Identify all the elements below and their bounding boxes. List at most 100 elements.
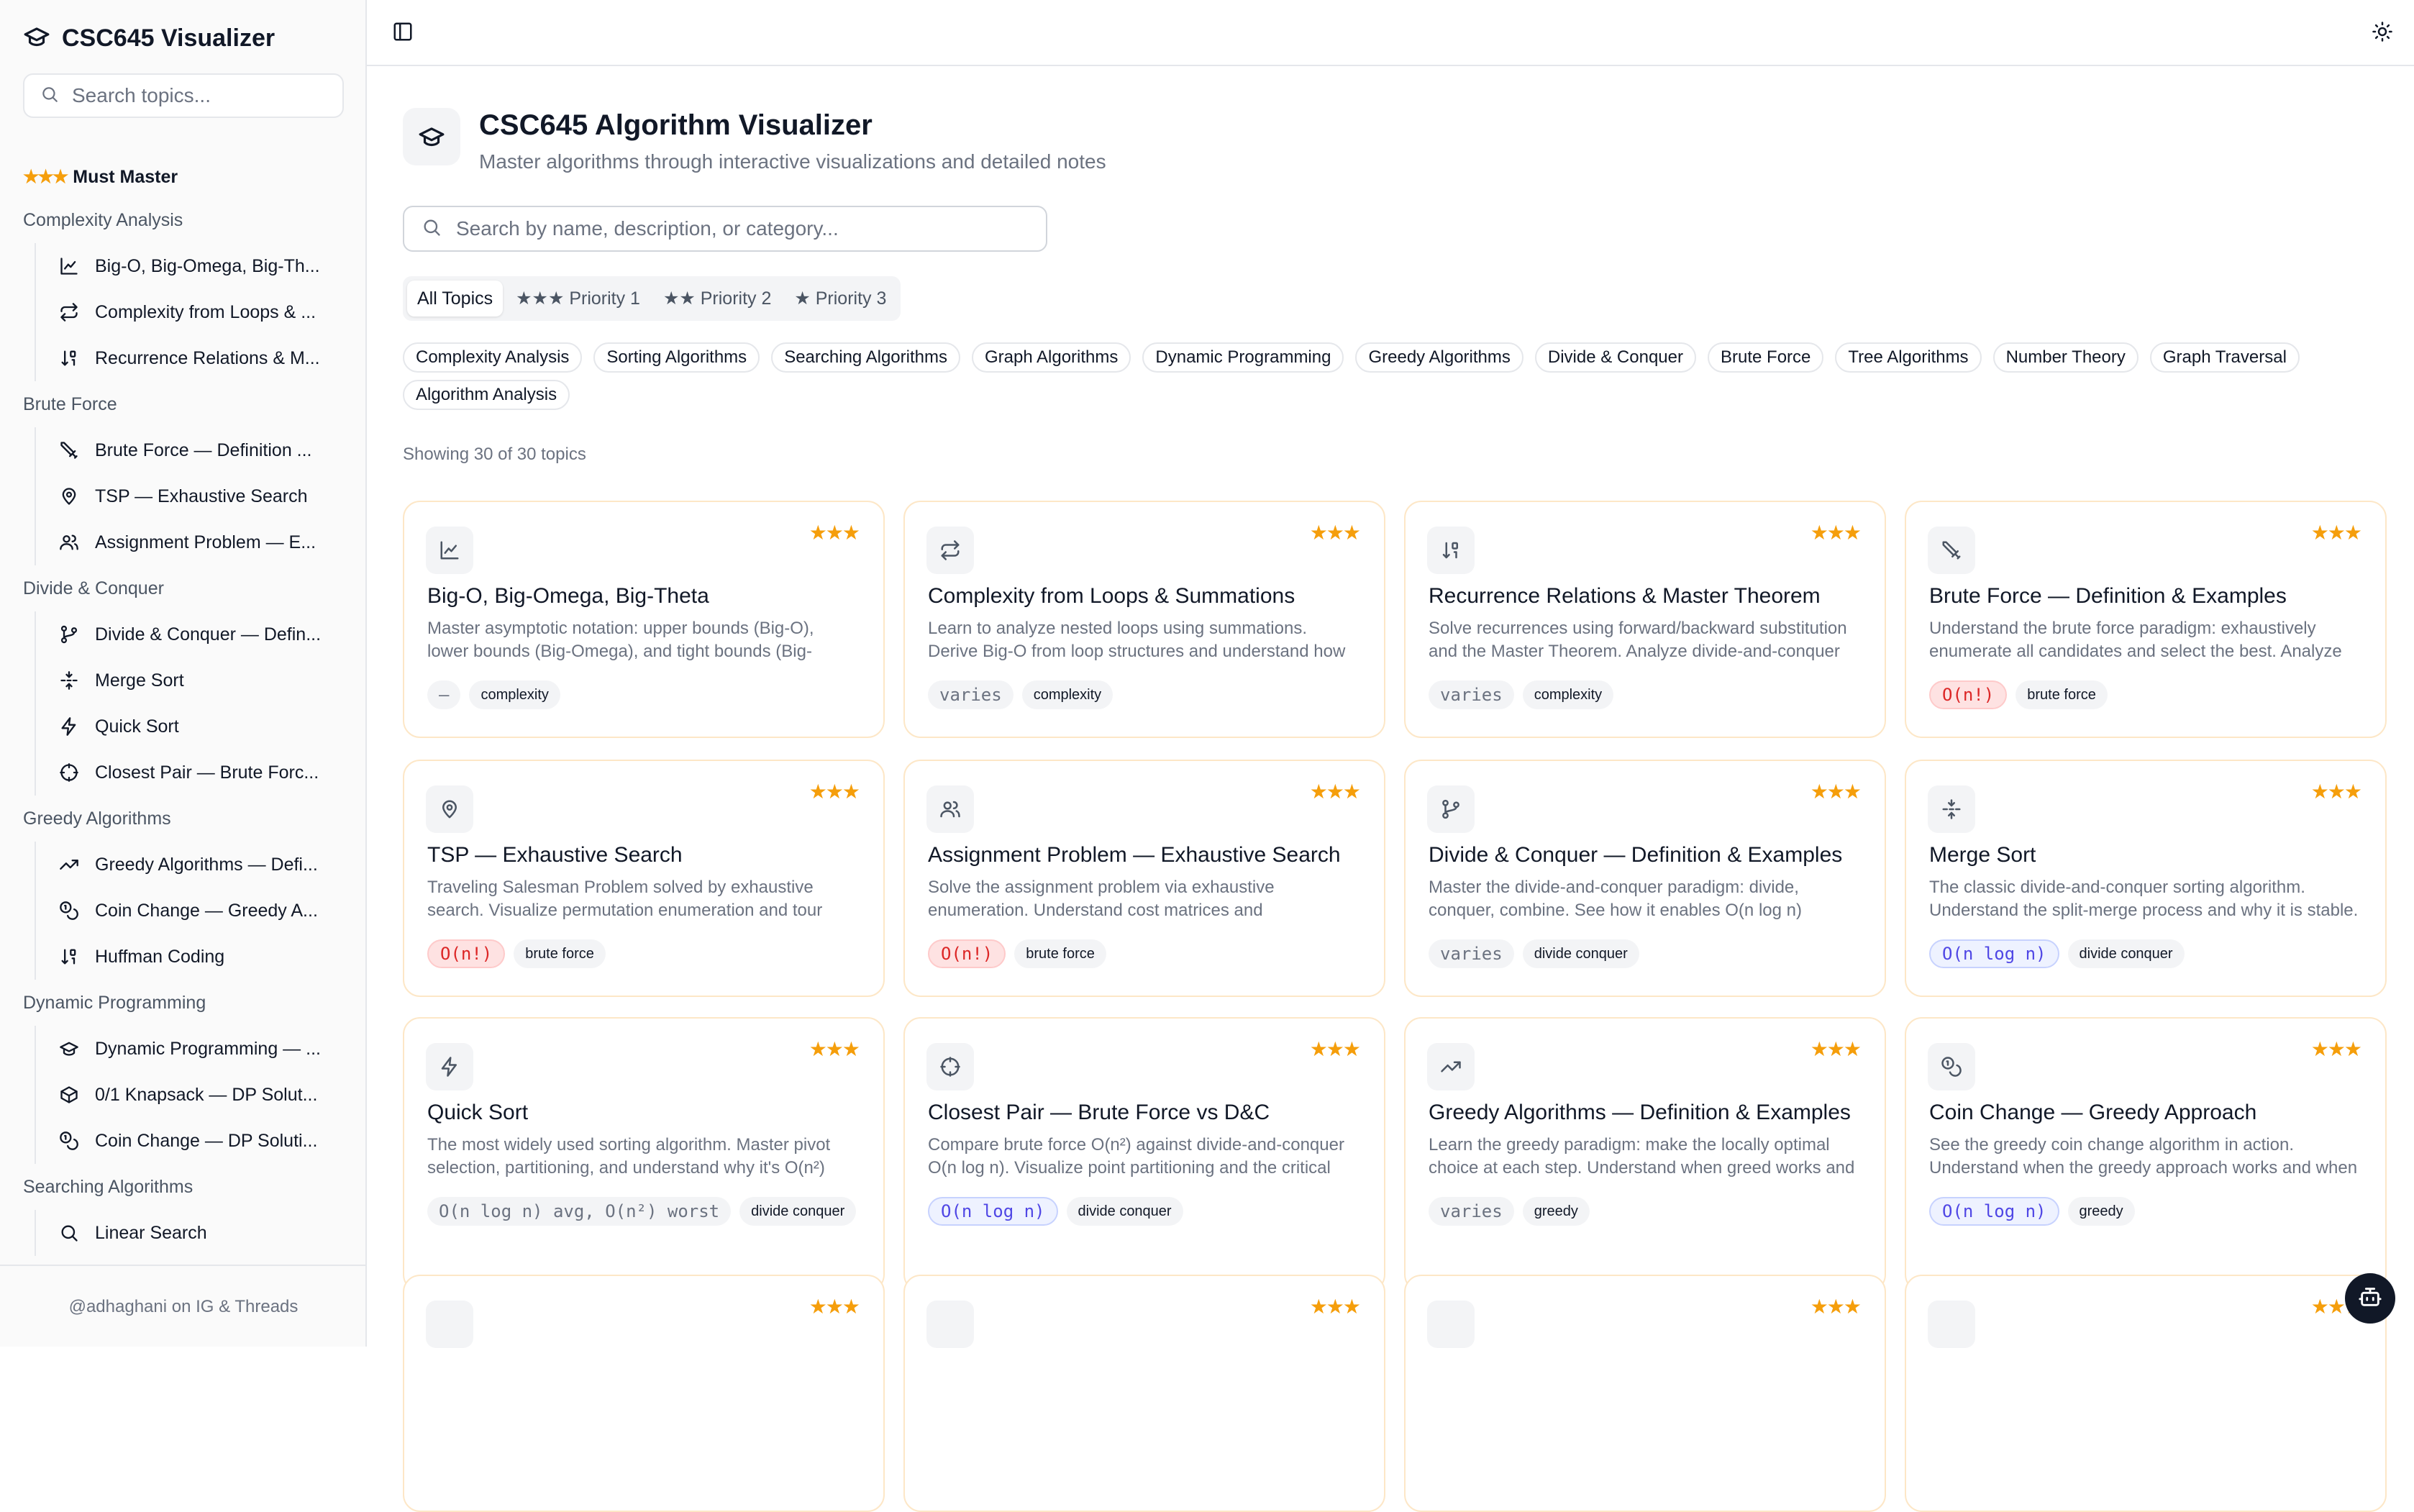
sidebar-item[interactable]: Brute Force — Definition ... xyxy=(36,427,367,473)
topic-icon xyxy=(426,1301,473,1348)
sidebar-group-items: Brute Force — Definition ... TSP — Exhaus… xyxy=(35,427,367,565)
category-tag: divide conquer xyxy=(1522,939,1639,968)
category-chip[interactable]: Tree Algorithms xyxy=(1835,342,1982,373)
sidebar-item[interactable]: Dynamic Programming — ... xyxy=(36,1026,367,1072)
category-chip[interactable]: Sorting Algorithms xyxy=(593,342,760,373)
topic-card[interactable]: ★★★ xyxy=(903,1275,1385,1512)
theme-toggle-button[interactable] xyxy=(2367,17,2398,49)
topic-card[interactable]: ★★★ xyxy=(1404,1275,1886,1512)
topic-card[interactable]: ★★★ Greedy Algorithms — Definition & Exam… xyxy=(1404,1017,1886,1292)
sidebar-item[interactable]: Recurrence Relations & M... xyxy=(36,335,367,381)
sidebar-item-label: Big-O, Big-Omega, Big-Th... xyxy=(95,255,320,276)
sidebar-group-label[interactable]: Dynamic Programming xyxy=(0,980,367,1026)
sidebar-search-input[interactable] xyxy=(70,83,332,108)
sidebar-toggle-button[interactable] xyxy=(388,19,417,47)
sun-icon xyxy=(2372,21,2393,46)
topic-card[interactable]: ★★★ Quick Sort The most widely used sortin… xyxy=(403,1017,885,1292)
must-master-heading[interactable]: ★★★ Must Master xyxy=(0,157,367,197)
search-icon xyxy=(422,217,442,241)
sidebar-item-label: Complexity from Loops & ... xyxy=(95,301,316,322)
users-icon xyxy=(59,532,79,552)
complexity-badge: O(n!) xyxy=(1929,680,2008,709)
category-filters: Complexity Analysis Sorting Algorithms Sea… xyxy=(403,342,2388,410)
category-chip[interactable]: Greedy Algorithms xyxy=(1355,342,1523,373)
sidebar-item[interactable]: TSP — Exhaustive Search xyxy=(36,473,367,519)
category-chip[interactable]: Graph Traversal xyxy=(2149,342,2300,373)
category-chip[interactable]: Complexity Analysis xyxy=(403,342,583,373)
category-chip[interactable]: Divide & Conquer xyxy=(1534,342,1696,373)
sidebar-search[interactable] xyxy=(23,73,344,118)
topic-card[interactable]: ★★★ Divide & Conquer — Definition & Examp… xyxy=(1404,760,1886,997)
sidebar-item-label: 0/1 Knapsack — DP Solut... xyxy=(95,1084,318,1105)
category-chip[interactable]: Searching Algorithms xyxy=(771,342,960,373)
crosshair-icon xyxy=(926,1043,974,1090)
card-description: Solve recurrences using forward/backward… xyxy=(1429,619,1847,661)
category-chip[interactable]: Number Theory xyxy=(1992,342,2139,373)
sidebar-group-label[interactable]: Complexity Analysis xyxy=(0,197,367,243)
sidebar-item[interactable]: Greedy Algorithms — Defi... xyxy=(36,842,367,888)
topic-card[interactable]: ★★★ Big-O, Big-Omega, Big-Theta Master asy… xyxy=(403,501,885,738)
topic-card[interactable]: ★★★ Complexity from Loops & Summations Lea… xyxy=(903,501,1385,738)
complexity-badge: O(n log n) xyxy=(1929,1197,2059,1226)
sidebar-group-label[interactable]: Searching Algorithms xyxy=(0,1164,367,1210)
topic-search-input[interactable] xyxy=(455,217,1033,241)
category-tag: complexity xyxy=(1522,680,1614,709)
topic-card[interactable]: ★★★ Coin Change — Greedy Approach See the … xyxy=(1905,1017,2387,1292)
topic-card[interactable]: ★★★ Brute Force — Definition & Examples Un… xyxy=(1905,501,2387,738)
topic-card[interactable]: ★★★ xyxy=(1905,1275,2387,1512)
sidebar-item[interactable]: Closest Pair — Brute Forc... xyxy=(36,750,367,796)
topic-card[interactable]: ★★★ TSP — Exhaustive Search Traveling Sale… xyxy=(403,760,885,997)
coins-icon xyxy=(59,901,79,921)
topic-search[interactable] xyxy=(403,206,1047,252)
topic-card[interactable]: ★★★ xyxy=(403,1275,885,1512)
category-chip[interactable]: Dynamic Programming xyxy=(1142,342,1344,373)
tab-priority-2[interactable]: ★★ Priority 2 xyxy=(653,281,781,316)
sidebar-group-label[interactable]: Divide & Conquer xyxy=(0,565,367,611)
sidebar-item-label: Assignment Problem — E... xyxy=(95,532,316,552)
complexity-badge: O(n!) xyxy=(928,939,1006,968)
sword-icon xyxy=(1928,527,1975,574)
topic-card[interactable]: ★★★ Recurrence Relations & Master Theorem… xyxy=(1404,501,1886,738)
sidebar-item[interactable]: Complexity from Loops & ... xyxy=(36,289,367,335)
sidebar-item[interactable]: Huffman Coding xyxy=(36,934,367,980)
tab-priority-1[interactable]: ★★★ Priority 1 xyxy=(506,281,650,316)
sidebar-item[interactable]: Quick Sort xyxy=(36,703,367,750)
sidebar-item[interactable]: 0/1 Knapsack — DP Solut... xyxy=(36,1072,367,1118)
card-description xyxy=(1429,1391,1860,1437)
sidebar-nav: ★★★ Must Master Complexity Analysis Big-O… xyxy=(0,157,367,1257)
sort-numbers-icon xyxy=(59,947,79,967)
sidebar-group-label[interactable]: Brute Force xyxy=(0,381,367,427)
sidebar-item[interactable]: Divide & Conquer — Defin... xyxy=(36,611,367,657)
sidebar-footer[interactable]: @adhaghani on IG & Threads xyxy=(0,1265,367,1348)
card-description: The most widely used sorting algorithm. … xyxy=(427,1135,831,1178)
tab-priority-3[interactable]: ★ Priority 3 xyxy=(784,281,896,316)
category-tag: brute force xyxy=(1014,939,1106,968)
card-description: Master the divide-and-conquer paradigm: … xyxy=(1429,878,1802,920)
card-description xyxy=(1929,1391,2361,1437)
sword-icon xyxy=(59,440,79,460)
coins-icon xyxy=(1928,1043,1975,1090)
topic-card[interactable]: ★★★ Assignment Problem — Exhaustive Searc… xyxy=(903,760,1385,997)
sidebar-item[interactable]: Coin Change — DP Soluti... xyxy=(36,1118,367,1164)
card-title: Big-O, Big-Omega, Big-Theta xyxy=(427,584,709,608)
topic-card[interactable]: ★★★ Merge Sort The classic divide-and-conq… xyxy=(1905,760,2387,997)
card-badges: varies divide conquer xyxy=(1429,939,1875,968)
sidebar-group-label[interactable]: Greedy Algorithms xyxy=(0,796,367,842)
category-chip[interactable]: Algorithm Analysis xyxy=(403,380,570,410)
tab-all-topics[interactable]: All Topics xyxy=(407,281,504,316)
priority-stars: ★★★ xyxy=(2310,780,2362,803)
sidebar-item[interactable]: Merge Sort xyxy=(36,657,367,703)
app-brand[interactable]: CSC645 Visualizer xyxy=(23,22,275,55)
topic-card[interactable]: ★★★ Closest Pair — Brute Force vs D&C Comp… xyxy=(903,1017,1385,1292)
assistant-button[interactable] xyxy=(2345,1273,2395,1324)
category-chip[interactable]: Brute Force xyxy=(1708,342,1824,373)
must-master-label: Must Master xyxy=(73,166,178,187)
sidebar-item[interactable]: Coin Change — Greedy A... xyxy=(36,888,367,934)
sidebar-item[interactable]: Big-O, Big-Omega, Big-Th... xyxy=(36,243,367,289)
map-pin-icon xyxy=(426,785,473,833)
sidebar-item[interactable]: Linear Search xyxy=(36,1210,367,1256)
category-chip[interactable]: Graph Algorithms xyxy=(971,342,1131,373)
page-title: CSC645 Algorithm Visualizer xyxy=(479,109,873,141)
card-title: Recurrence Relations & Master Theorem xyxy=(1429,584,1821,608)
sidebar-item[interactable]: Assignment Problem — E... xyxy=(36,519,367,565)
